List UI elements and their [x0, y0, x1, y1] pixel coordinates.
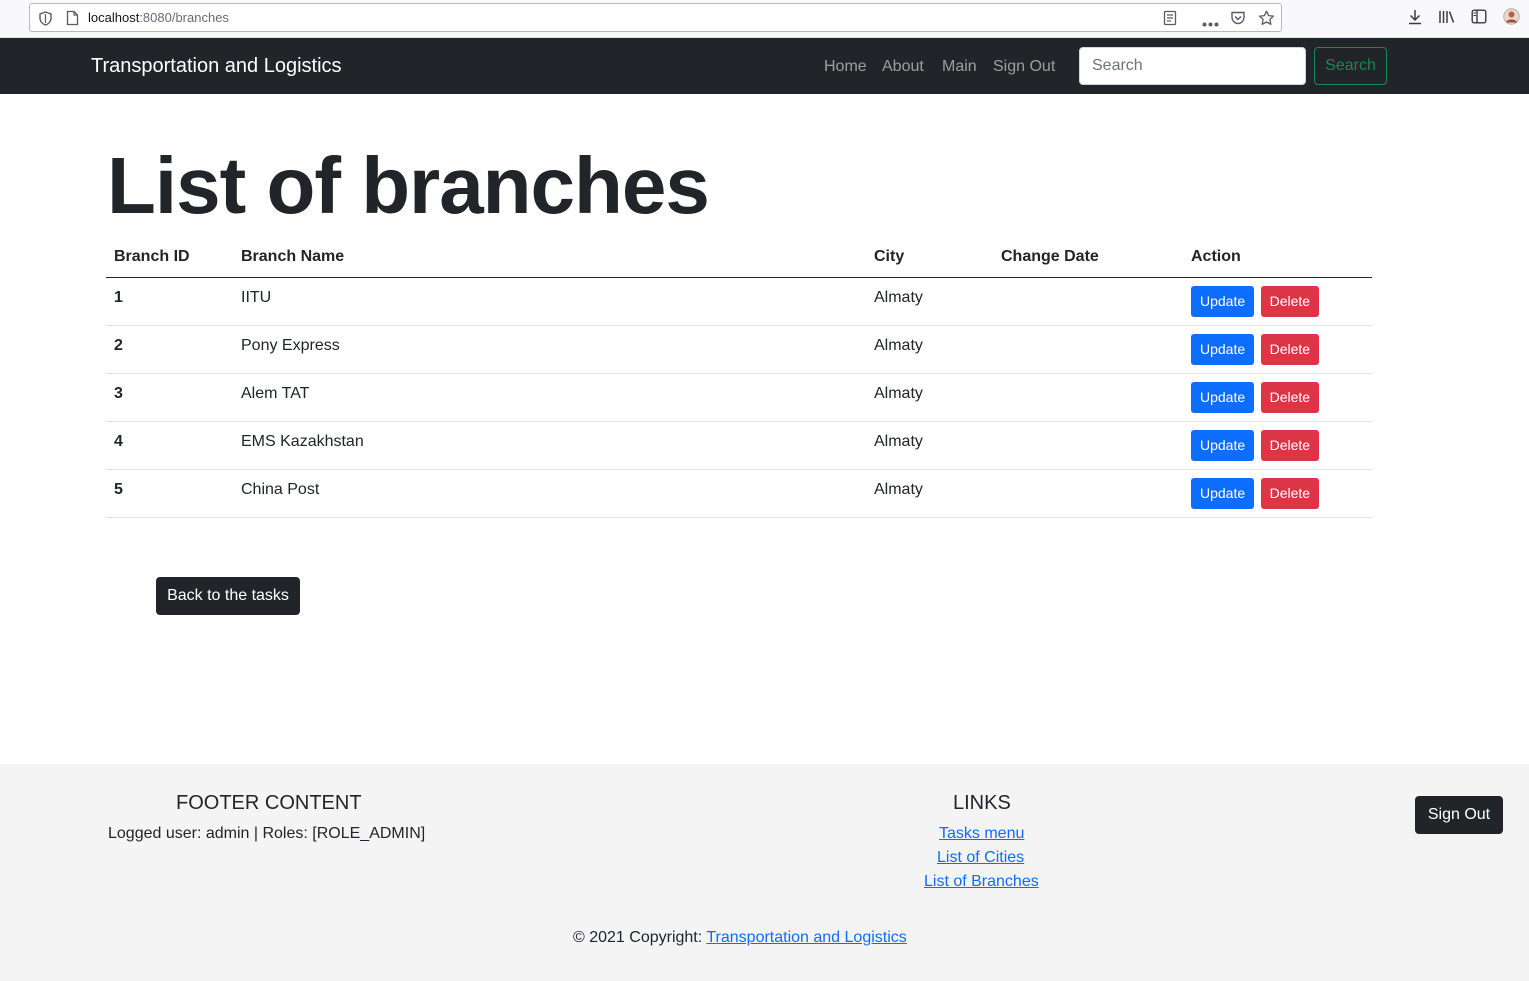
change-date-cell: [993, 373, 1183, 422]
change-date-cell: [993, 469, 1183, 518]
reader-view-icon[interactable]: [1163, 10, 1177, 31]
update-button[interactable]: Update: [1191, 429, 1255, 461]
footer-links-heading: Links: [953, 792, 1011, 814]
table-row: 1 IITU Almaty Update Delete: [106, 277, 1372, 326]
search-button[interactable]: Search: [1314, 47, 1387, 85]
delete-button[interactable]: Delete: [1260, 333, 1320, 365]
copyright-link[interactable]: Transportation and Logistics: [706, 929, 906, 946]
column-header-change-date: Change Date: [993, 238, 1183, 278]
update-button[interactable]: Update: [1191, 477, 1255, 509]
action-cell: Update Delete: [1183, 421, 1372, 470]
delete-button[interactable]: Delete: [1260, 285, 1320, 317]
change-date-cell: [993, 277, 1183, 326]
branch-name-cell: Alem TAT: [233, 373, 866, 422]
pocket-icon[interactable]: [1230, 10, 1246, 31]
footer: Footer Content Logged user: admin | Role…: [0, 764, 1529, 981]
branch-city: Almaty: [874, 433, 923, 450]
delete-button[interactable]: Delete: [1260, 381, 1320, 413]
column-header-branch-id: Branch ID: [106, 238, 233, 278]
branch-city: Almaty: [874, 289, 923, 306]
branch-id-cell: 2: [106, 325, 233, 374]
branch-id: 1: [114, 289, 123, 306]
footer-content-heading: Footer Content: [176, 792, 362, 814]
change-date-cell: [993, 325, 1183, 374]
nav-link-about[interactable]: About: [882, 58, 924, 76]
column-header-action: Action: [1183, 238, 1372, 278]
change-date-cell: [993, 421, 1183, 470]
branch-id: 2: [114, 337, 123, 354]
nav-link-home[interactable]: Home: [824, 58, 867, 76]
branch-name-cell: Pony Express: [233, 325, 866, 374]
page-info-icon[interactable]: [66, 10, 79, 31]
update-button[interactable]: Update: [1191, 381, 1255, 413]
sidebar-icon[interactable]: [1471, 9, 1487, 29]
branch-name-cell: EMS Kazakhstan: [233, 421, 866, 470]
footer-link-tasks-menu[interactable]: Tasks menu: [939, 825, 1024, 843]
table-row: 5 China Post Almaty Update Delete: [106, 469, 1372, 518]
logged-user-text: Logged user: admin | Roles: [ROLE_ADMIN]: [108, 825, 426, 842]
action-cell: Update Delete: [1183, 373, 1372, 422]
nav-link-sign-out[interactable]: Sign Out: [993, 58, 1055, 76]
branch-name: EMS Kazakhstan: [241, 433, 364, 450]
branch-name-cell: China Post: [233, 469, 866, 518]
update-button[interactable]: Update: [1191, 333, 1255, 365]
branch-name: Alem TAT: [241, 385, 310, 402]
branch-id-cell: 3: [106, 373, 233, 422]
footer-sign-out-button[interactable]: Sign Out: [1415, 796, 1503, 834]
library-icon[interactable]: [1438, 9, 1456, 30]
branch-id-cell: 4: [106, 421, 233, 470]
column-header-branch-name: Branch Name: [233, 238, 866, 278]
branch-city: Almaty: [874, 385, 923, 402]
branch-id-cell: 5: [106, 469, 233, 518]
table-row: 2 Pony Express Almaty Update Delete: [106, 325, 1372, 374]
account-avatar-icon[interactable]: [1503, 8, 1520, 30]
city-cell: Almaty: [866, 421, 993, 470]
branch-id: 5: [114, 481, 123, 498]
branches-table: Branch ID Branch Name City Change Date A…: [106, 238, 1372, 518]
branch-name: IITU: [241, 289, 272, 306]
action-cell: Update Delete: [1183, 469, 1372, 518]
branch-name-cell: IITU: [233, 277, 866, 326]
city-cell: Almaty: [866, 325, 993, 374]
page-actions-icon[interactable]: [1202, 14, 1219, 32]
city-cell: Almaty: [866, 277, 993, 326]
table-row: 4 EMS Kazakhstan Almaty Update Delete: [106, 421, 1372, 470]
downloads-icon[interactable]: [1407, 9, 1423, 30]
copyright-text: © 2021 Copyright: Transportation and Log…: [573, 929, 907, 947]
branch-id: 3: [114, 385, 123, 402]
navbar-brand[interactable]: Transportation and Logistics: [91, 55, 342, 78]
nav-link-main[interactable]: Main: [942, 58, 977, 76]
navbar: Transportation and Logistics Home About …: [0, 38, 1529, 94]
column-header-city: City: [866, 238, 993, 278]
table-row: 3 Alem TAT Almaty Update Delete: [106, 373, 1372, 422]
address-bar[interactable]: localhost:8080/branches: [29, 3, 1282, 32]
branch-id: 4: [114, 433, 123, 450]
branch-city: Almaty: [874, 481, 923, 498]
copyright-prefix: © 2021 Copyright:: [573, 929, 707, 946]
delete-button[interactable]: Delete: [1260, 429, 1320, 461]
footer-link-list-of-branches[interactable]: List of Branches: [924, 873, 1039, 891]
tracking-shield-icon[interactable]: [39, 11, 52, 31]
url-text[interactable]: localhost:8080/branches: [88, 10, 229, 25]
branch-name: China Post: [241, 481, 320, 498]
page-title: List of branches: [107, 141, 710, 230]
branch-name: Pony Express: [241, 337, 340, 354]
city-cell: Almaty: [866, 469, 993, 518]
action-cell: Update Delete: [1183, 325, 1372, 374]
search-input[interactable]: [1079, 47, 1306, 85]
delete-button[interactable]: Delete: [1260, 477, 1320, 509]
url-host: localhost: [88, 10, 140, 25]
branch-city: Almaty: [874, 337, 923, 354]
url-path: :8080/branches: [139, 10, 229, 25]
footer-link-list-of-cities[interactable]: List of Cities: [937, 849, 1024, 867]
action-cell: Update Delete: [1183, 277, 1372, 326]
bookmark-star-icon[interactable]: [1258, 10, 1275, 31]
back-to-tasks-button[interactable]: Back to the tasks: [156, 577, 300, 615]
city-cell: Almaty: [866, 373, 993, 422]
update-button[interactable]: Update: [1191, 285, 1255, 317]
table-header-row: Branch ID Branch Name City Change Date A…: [106, 238, 1372, 278]
browser-toolbar: localhost:8080/branches: [0, 0, 1529, 38]
branch-id-cell: 1: [106, 277, 233, 326]
